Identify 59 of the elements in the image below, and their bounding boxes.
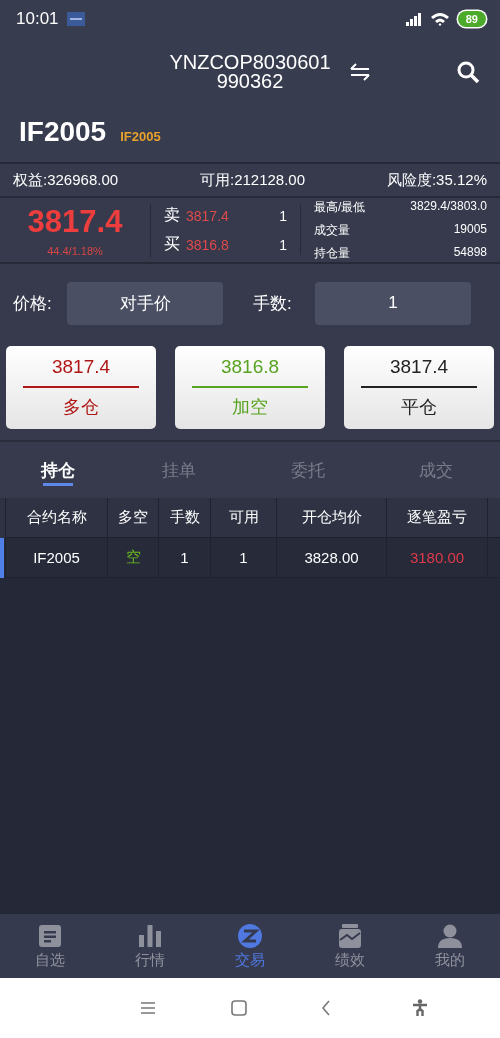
table-cell: 3828.00 bbox=[276, 538, 386, 578]
wifi-icon bbox=[429, 12, 450, 26]
bar-chart-icon bbox=[137, 922, 163, 949]
order-button[interactable]: 3816.8 加空 bbox=[175, 346, 325, 429]
chart-stack-icon bbox=[337, 922, 363, 949]
person-icon bbox=[437, 922, 463, 949]
square-icon bbox=[230, 1000, 247, 1016]
status-time: 10:01 bbox=[16, 9, 59, 29]
quantity-label: 手数: bbox=[253, 292, 293, 315]
price-label: 价格: bbox=[13, 292, 53, 315]
book-side: 卖 bbox=[164, 205, 180, 225]
book-side: 买 bbox=[164, 234, 180, 254]
stat-label: 持仓量 bbox=[314, 244, 350, 262]
account-stat: 可用:212128.00 bbox=[199, 170, 306, 190]
book-quantity: 1 bbox=[279, 236, 287, 253]
nav-tab[interactable]: 自选 bbox=[0, 914, 100, 978]
back-icon bbox=[321, 1000, 331, 1016]
order-button[interactable]: 3817.4 多仓 bbox=[6, 346, 156, 429]
nav-tab[interactable]: 绩效 bbox=[300, 914, 400, 978]
contract-name: IF2005 bbox=[19, 116, 107, 148]
switch-arrows-icon bbox=[349, 63, 371, 81]
price-field[interactable]: 对手价 bbox=[67, 281, 223, 325]
stat-value: 19005 bbox=[453, 221, 487, 238]
stat-value: 3829.4/3803.0 bbox=[410, 198, 487, 215]
nav-tab[interactable]: 行情 bbox=[100, 914, 200, 978]
search-icon bbox=[456, 60, 480, 84]
battery-indicator: 89 bbox=[457, 11, 486, 27]
book-price: 3816.8 bbox=[186, 236, 230, 253]
table-row[interactable]: IF2005 空 1 1 3828.00 3180.00 bbox=[0, 538, 500, 578]
book-quantity: 1 bbox=[279, 207, 287, 224]
account-stat: 权益:326968.00 bbox=[13, 170, 119, 190]
account-stat: 风险度:35.12% bbox=[386, 170, 487, 190]
tab[interactable]: 成交 bbox=[371, 442, 500, 498]
stat-label: 成交量 bbox=[314, 221, 350, 239]
book-price: 3817.4 bbox=[186, 207, 230, 224]
signal-icon bbox=[403, 12, 422, 26]
table-cell: 3180.00 bbox=[386, 538, 487, 578]
z-logo-icon bbox=[237, 922, 263, 949]
document-icon bbox=[37, 922, 63, 949]
table-cell: 1 bbox=[210, 538, 276, 578]
nav-tab[interactable]: 我的 bbox=[400, 914, 500, 978]
last-price: 3817.4 bbox=[27, 203, 123, 240]
accessibility-icon bbox=[411, 999, 428, 1017]
table-cell: IF2005 bbox=[5, 538, 107, 578]
menu-icon bbox=[140, 1002, 156, 1014]
price-change: 44.4/1.18% bbox=[47, 244, 103, 257]
search-button[interactable] bbox=[456, 60, 480, 84]
tab[interactable]: 挂单 bbox=[115, 442, 244, 498]
quantity-field[interactable]: 1 bbox=[315, 281, 471, 325]
account-number: YNZCOP8030601 990362 bbox=[168, 53, 332, 91]
nav-tab[interactable]: 交易 bbox=[200, 914, 300, 978]
stat-label: 最高/最低 bbox=[314, 198, 366, 216]
app-notification-icon bbox=[66, 12, 85, 26]
table-cell: 空 bbox=[107, 538, 158, 578]
table-cell: 1 bbox=[158, 538, 210, 578]
stat-value: 54898 bbox=[453, 244, 487, 261]
order-button[interactable]: 3817.4 平仓 bbox=[344, 346, 494, 429]
tab[interactable]: 委托 bbox=[243, 442, 372, 498]
contract-code: IF2005 bbox=[120, 129, 161, 144]
